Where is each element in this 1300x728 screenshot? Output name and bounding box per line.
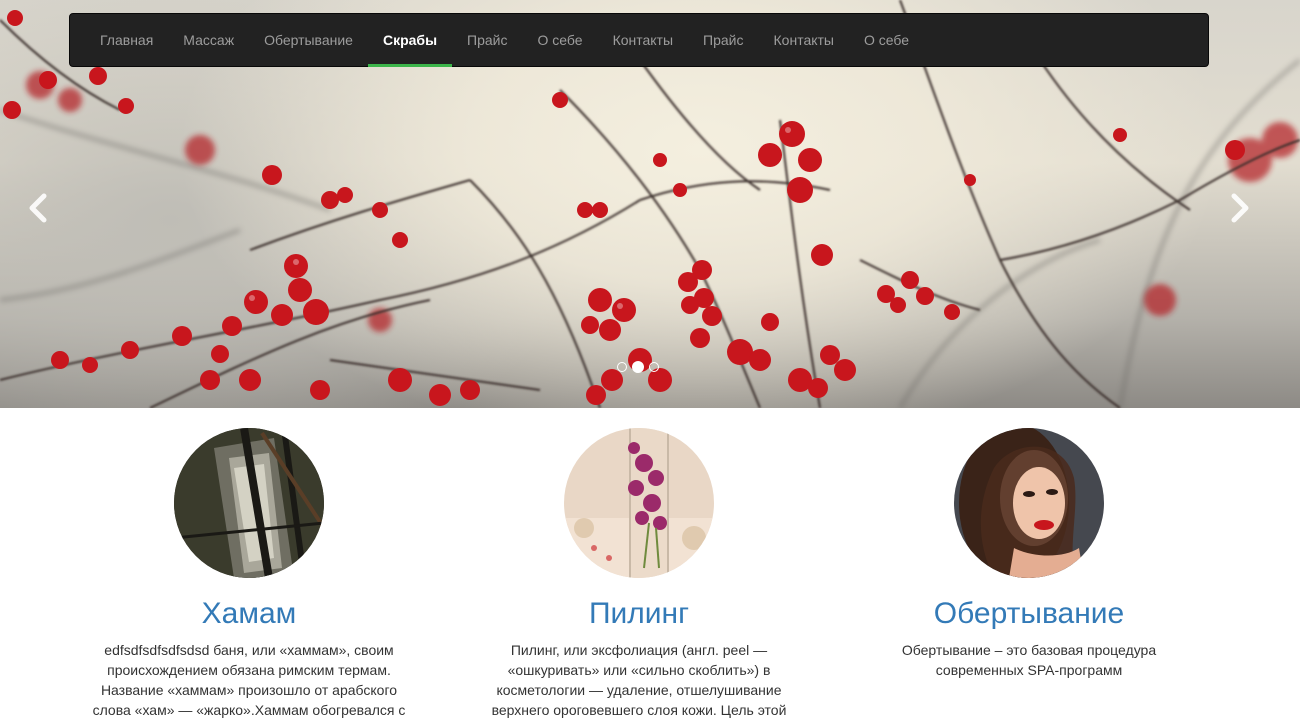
- chevron-left-icon: [29, 193, 47, 223]
- chevron-right-icon: [1231, 193, 1249, 223]
- nav-item-contacts[interactable]: Контакты: [598, 14, 688, 66]
- nav-item-home[interactable]: Главная: [85, 14, 168, 66]
- nav-item-price[interactable]: Прайс: [452, 14, 522, 66]
- nav-item-wrapping[interactable]: Обертывание: [249, 14, 368, 66]
- feature-hammam: Хамам edfsdfsdfsdfsdsd баня, или «хаммам…: [54, 408, 444, 728]
- nav-item-price-2[interactable]: Прайс: [688, 14, 758, 66]
- wrapping-image: [954, 428, 1104, 578]
- nav-item-contacts-2[interactable]: Контакты: [759, 14, 849, 66]
- feature-peeling: Пилинг Пилинг, или эксфолиация (англ. pe…: [444, 408, 834, 728]
- nav-item-about[interactable]: О себе: [523, 14, 598, 66]
- feature-title-hammam[interactable]: Хамам: [54, 596, 444, 632]
- feature-title-wrapping[interactable]: Обертывание: [834, 596, 1224, 632]
- feature-columns: Хамам edfsdfsdfsdfsdsd баня, или «хаммам…: [54, 408, 1224, 728]
- nav-item-scrubs[interactable]: Скрабы: [367, 14, 453, 67]
- feature-text-wrapping: Обертывание – это базовая процедура совр…: [901, 642, 1157, 678]
- carousel-next-button[interactable]: [1222, 190, 1258, 226]
- carousel-indicator-2[interactable]: [632, 361, 644, 373]
- feature-title-peeling[interactable]: Пилинг: [444, 596, 834, 632]
- nav-item-massage[interactable]: Массаж: [168, 14, 249, 66]
- main-navbar: Главная Массаж Обертывание Скрабы Прайс …: [69, 13, 1209, 67]
- carousel-prev-button[interactable]: [20, 190, 56, 226]
- feature-wrapping: Обертывание Обертывание – это базовая пр…: [834, 408, 1224, 728]
- peeling-image: [564, 428, 714, 578]
- nav-item-about-2[interactable]: О себе: [849, 14, 924, 66]
- hammam-image: [174, 428, 324, 578]
- carousel-indicator-3[interactable]: [649, 362, 659, 372]
- carousel-indicator-1[interactable]: [617, 362, 627, 372]
- feature-text-hammam: edfsdfsdfsdfsdsd баня, или «хаммам», сво…: [92, 642, 406, 718]
- carousel-indicators: [617, 361, 659, 373]
- feature-text-peeling: Пилинг, или эксфолиация (англ. peel — «о…: [491, 642, 787, 718]
